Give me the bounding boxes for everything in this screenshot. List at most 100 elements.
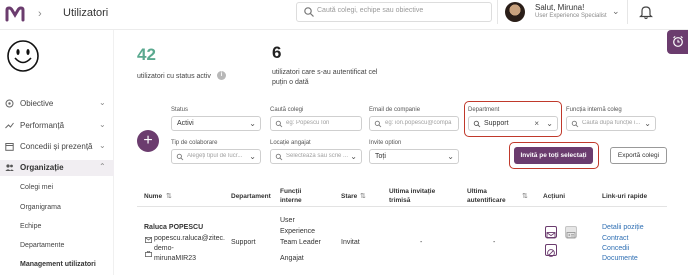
search-icon [304, 7, 314, 17]
chevron-down-icon: ⌄ [546, 119, 553, 128]
link-documents[interactable]: Documente [602, 253, 638, 264]
envelope-icon [546, 232, 556, 239]
column-header-name[interactable]: Nume [144, 193, 162, 201]
chevron-down-icon: ⌄ [644, 119, 651, 128]
sidebar-item-performanta[interactable]: Performanță ⌄ [0, 118, 114, 134]
sidebar-item-concedii[interactable]: Concedii și prezență ⌄ [0, 139, 114, 155]
column-header-status[interactable]: Stare [341, 193, 357, 201]
sidebar-item-label: Performanță [20, 121, 65, 130]
search-placeholder: Caută colegi, echipe sau obiective [317, 7, 424, 14]
chevron-down-icon: ⌄ [99, 141, 106, 150]
sidebar-item-label: Obiective [20, 99, 54, 108]
column-header-functions: Funcții [280, 188, 302, 195]
alarm-clock-icon [673, 35, 683, 47]
collaboration-type-label: Tip de colaborare [171, 140, 218, 146]
global-search-input[interactable]: Caută colegi, echipe sau obiective [296, 2, 492, 22]
block-icon [547, 249, 555, 257]
trend-icon [5, 122, 14, 129]
sort-icon[interactable]: ⇅ [360, 192, 366, 200]
collaboration-type-placeholder: Alegeți tipul de lucr... [187, 153, 243, 159]
search-icon [571, 120, 579, 128]
alarm-widget-button[interactable] [667, 30, 688, 54]
user-function: Team Leader [280, 239, 321, 246]
email-search-input[interactable]: eg: ion.popescu@compa [369, 116, 459, 131]
id-card-icon [566, 232, 576, 239]
user-function: User [280, 217, 295, 224]
search-icon [374, 120, 382, 128]
export-colleagues-button[interactable]: Exportă colegi [610, 147, 667, 164]
column-header-last-auth-line2: autentificare [467, 197, 506, 204]
sidebar-subitem-echipe[interactable]: Echipe [20, 223, 41, 230]
department-select[interactable]: Support × ⌄ [468, 116, 558, 131]
sidebar-item-organizatie[interactable]: Organizație ⌃ [0, 160, 114, 176]
department-selected-value: Support [484, 120, 509, 127]
sidebar-subitem-organigrama[interactable]: Organigrama [20, 204, 61, 211]
column-header-last-auth: Ultima [467, 188, 487, 195]
chevron-down-icon: ⌄ [350, 152, 357, 161]
user-greeting: Salut, Miruna! [535, 3, 585, 12]
user-last-invite: - [420, 239, 423, 246]
bell-icon[interactable] [639, 4, 653, 20]
link-position-details[interactable]: Detalii poziție [602, 222, 644, 233]
sort-icon[interactable]: ⇅ [166, 192, 172, 200]
column-header-quick-links: Link-uri rapide [602, 193, 648, 200]
send-invite-button[interactable] [545, 226, 557, 239]
chevron-down-icon: ⌄ [99, 120, 106, 129]
chevron-up-icon: ⌃ [99, 162, 106, 171]
target-icon [5, 99, 14, 108]
user-last-auth: - [493, 239, 496, 246]
column-header-last-invite: Ultima invitație [389, 188, 436, 195]
chevron-down-icon[interactable]: ⌄ [612, 6, 620, 17]
app-logo[interactable] [5, 6, 25, 22]
user-role: User Experience Specialist [535, 13, 607, 19]
colleague-search-placeholder: eg: Popescu Ion [286, 120, 330, 126]
deactivate-user-button[interactable] [545, 244, 557, 257]
id-card-button[interactable] [565, 226, 577, 239]
colleague-search-label: Caută colegi [270, 107, 304, 113]
sidebar-item-label: Concedii și prezență [20, 142, 93, 151]
employee-location-placeholder: Selectează sau scrie ... [286, 153, 348, 159]
user-status: Invitat [341, 239, 360, 246]
user-username-line2: mirunaMIR23 [154, 255, 197, 262]
status-select[interactable]: Activi ⌄ [171, 116, 261, 131]
avatar[interactable] [505, 2, 525, 22]
search-icon [176, 153, 184, 161]
invite-option-label: Invite option [369, 140, 402, 146]
employee-location-label: Locație angajat [270, 140, 311, 146]
colleague-search-input[interactable]: eg: Popescu Ion [270, 116, 362, 131]
search-icon [275, 153, 283, 161]
status-filter-label: Status [171, 107, 189, 113]
search-icon [473, 120, 481, 128]
sidebar-subitem-departamente[interactable]: Departamente [20, 242, 64, 249]
department-filter-label: Department [468, 107, 500, 113]
sort-icon[interactable]: ⇅ [522, 192, 528, 200]
invite-all-selected-button[interactable]: Invită pe toți selectați [514, 147, 593, 164]
invite-option-select[interactable]: Toți ⌄ [369, 149, 459, 164]
chevron-right-icon[interactable]: › [38, 8, 42, 20]
chevron-down-icon: ⌄ [447, 152, 454, 161]
user-function: Experience [280, 228, 316, 235]
add-user-button[interactable]: + [137, 130, 159, 152]
user-name[interactable]: Raluca POPESCU [144, 222, 203, 233]
sidebar-subitem-colegi-mei[interactable]: Colegi mei [20, 184, 53, 191]
authenticated-users-label-line2: puțin o dată [272, 79, 309, 86]
employee-location-select[interactable]: Selectează sau scrie ... ⌄ [270, 149, 362, 164]
sidebar-item-obiective[interactable]: Obiective ⌄ [0, 96, 114, 112]
clear-icon[interactable]: × [534, 119, 539, 128]
collaboration-type-select[interactable]: Alegeți tipul de lucr... ⌄ [171, 149, 261, 164]
top-bar: › Utilizatori Caută colegi, echipe sau o… [0, 0, 688, 30]
active-users-count: 42 [137, 45, 156, 64]
internal-function-select[interactable]: Caută după funcție i... ⌄ [566, 116, 656, 131]
column-header-department: Departament [231, 193, 271, 200]
briefcase-icon [145, 251, 152, 257]
user-function: Angajat [280, 255, 304, 262]
chevron-down-icon: ⌄ [249, 152, 256, 161]
search-icon [275, 120, 283, 128]
people-icon [5, 164, 14, 171]
sidebar-subitem-management-utilizatori[interactable]: Management utilizatori [20, 261, 96, 268]
internal-function-label: Funcția internă coleg [566, 107, 622, 113]
column-header-last-invite-line2: trimisă [389, 197, 411, 204]
column-header-functions-line2: interne [280, 197, 302, 204]
info-icon[interactable]: i [217, 71, 226, 80]
active-users-label: utilizatori cu status activ [137, 73, 211, 80]
